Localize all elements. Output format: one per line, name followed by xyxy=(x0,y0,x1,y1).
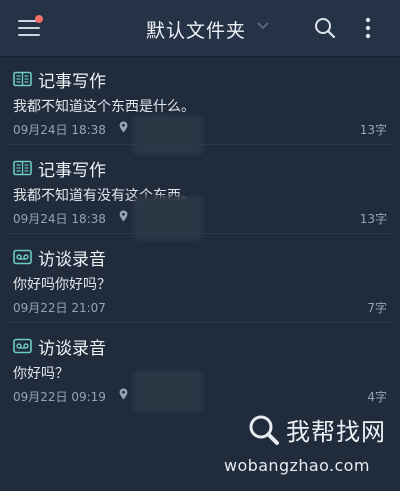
note-item[interactable]: 记事写作 我都不知道有没有这个东西。 09月24日 18:38 13字 xyxy=(0,146,400,240)
book-icon xyxy=(13,160,32,176)
note-word-count: 13字 xyxy=(359,123,387,137)
location-pin-icon xyxy=(119,388,128,400)
more-vertical-icon[interactable] xyxy=(362,16,374,40)
note-date: 09月24日 18:38 xyxy=(13,123,106,137)
note-date: 09月24日 18:38 xyxy=(13,212,106,226)
notification-dot xyxy=(35,15,43,23)
note-content: 你好吗你好吗？ xyxy=(13,277,111,293)
book-icon xyxy=(13,71,32,87)
note-type-label: 访谈录音 xyxy=(38,339,106,359)
note-item[interactable]: 访谈录音 你好吗？ 09月22日 09:19 4字 xyxy=(0,324,400,412)
watermark: 我帮找网 wobangzhao.com xyxy=(224,412,394,486)
folder-title[interactable]: 默认文件夹 xyxy=(146,16,246,43)
note-item[interactable]: 访谈录音 你好吗你好吗？ 09月22日 21:07 7字 xyxy=(0,235,400,323)
hamburger-menu-icon[interactable] xyxy=(18,15,43,39)
note-content: 你好吗？ xyxy=(13,366,69,382)
note-word-count: 7字 xyxy=(367,301,387,315)
location-pin-icon xyxy=(119,210,128,222)
search-icon[interactable] xyxy=(314,17,336,39)
watermark-url: wobangzhao.com xyxy=(224,456,370,475)
magnifier-icon xyxy=(249,415,279,445)
app-header: 默认文件夹 xyxy=(0,0,400,57)
divider xyxy=(8,144,392,145)
location-pin-icon xyxy=(119,121,128,133)
note-type-label: 记事写作 xyxy=(38,72,106,92)
note-word-count: 4字 xyxy=(367,390,387,404)
note-content: 我都不知道这个东西是什么。 xyxy=(13,99,195,115)
note-date: 09月22日 09:19 xyxy=(13,390,106,404)
note-date: 09月22日 21:07 xyxy=(13,301,106,315)
divider xyxy=(8,233,392,234)
chevron-down-icon[interactable] xyxy=(257,21,269,31)
note-item[interactable]: 记事写作 我都不知道这个东西是什么。 09月24日 18:38 13字 xyxy=(0,57,400,155)
note-word-count: 13字 xyxy=(359,212,387,226)
divider xyxy=(8,322,392,323)
note-content: 我都不知道有没有这个东西。 xyxy=(13,188,195,204)
note-type-label: 记事写作 xyxy=(38,161,106,181)
blurred-location xyxy=(133,370,203,412)
recorder-icon xyxy=(13,338,32,354)
recorder-icon xyxy=(13,249,32,265)
watermark-cn: 我帮找网 xyxy=(286,418,386,446)
note-type-label: 访谈录音 xyxy=(38,250,106,270)
